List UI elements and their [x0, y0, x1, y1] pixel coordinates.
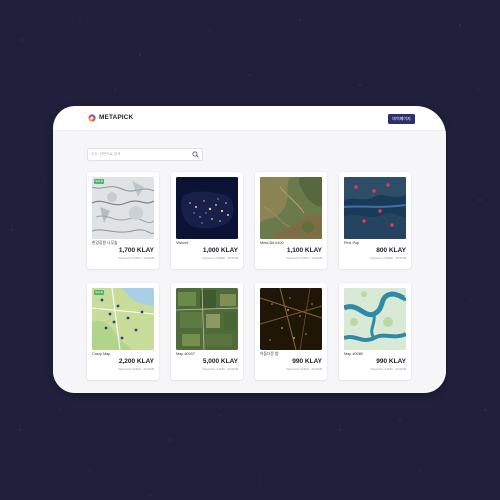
- card-title: 한강공원 나무숲: [92, 241, 118, 245]
- green-fields-image: [176, 288, 238, 350]
- nft-thumbnail[interactable]: [176, 288, 238, 350]
- snow-terrain-image: [92, 177, 154, 239]
- night-city-image: [260, 288, 322, 350]
- nft-thumbnail[interactable]: [260, 177, 322, 239]
- card-owner: Owned by 0x8Ab...2F322B: [118, 256, 154, 260]
- search-icon[interactable]: [192, 151, 199, 158]
- nft-thumbnail[interactable]: [260, 288, 322, 350]
- sale-badge: SALE: [94, 179, 104, 184]
- card-title: Map #0080: [344, 352, 363, 356]
- card-price: 800 KLAY: [376, 247, 406, 254]
- dark-pin-map-image: [344, 177, 406, 239]
- night-lights-image: [176, 177, 238, 239]
- card-owner: Owned by 0x8Ab...2F322B: [118, 367, 154, 371]
- my-page-button[interactable]: 마이페이지: [388, 114, 415, 124]
- card-price: 1,000 KLAY: [202, 247, 238, 254]
- satellite-terrain-image: [260, 177, 322, 239]
- nft-card[interactable]: SALE 한강공원 나무숲 1,700 KLAY Owned by 0x8Ab.…: [87, 172, 159, 269]
- nft-thumbnail[interactable]: [176, 177, 238, 239]
- card-price: 1,100 KLAY: [286, 247, 322, 254]
- search-placeholder: 주소, 컨텐츠로 검색: [91, 152, 121, 156]
- card-owner: Owned by 0x8Ab...2F322B: [202, 367, 238, 371]
- card-title: 어둠다운 밤: [260, 352, 279, 356]
- app-window: METAPICK 마이페이지 주소, 컨텐츠로 검색 SALE 한강공원 나무숲…: [53, 106, 446, 393]
- nft-card[interactable]: Map #0007 5,000 KLAY Owned by 0x8Ab...2F…: [171, 283, 243, 380]
- nft-thumbnail[interactable]: SALE: [92, 177, 154, 239]
- card-price: 990 KLAY: [376, 358, 406, 365]
- card-title: Meta Bd #100: [260, 241, 284, 245]
- metapick-logo-icon: [88, 114, 96, 122]
- card-owner: Owned by 0x8Ab...2F322B: [286, 367, 322, 371]
- brand-name: METAPICK: [99, 114, 134, 121]
- card-owner: Owned by 0x8Ab...2F322B: [286, 256, 322, 260]
- card-price: 2,200 KLAY: [118, 358, 154, 365]
- card-title: Crazy Map: [92, 352, 111, 356]
- card-title: Pink Pop: [344, 241, 360, 245]
- nft-thumbnail[interactable]: [344, 177, 406, 239]
- river-map-image: [344, 288, 406, 350]
- nft-card[interactable]: Pink Pop 800 KLAY Owned by 0x8Ab...2F322…: [339, 172, 411, 269]
- main-content: 주소, 컨텐츠로 검색 SALE 한강공원 나무숲 1,700 KLAY Own…: [53, 131, 446, 393]
- top-bar: METAPICK 마이페이지: [53, 106, 446, 131]
- nft-thumbnail[interactable]: [344, 288, 406, 350]
- nft-card[interactable]: Vision9 1,000 KLAY Owned by 0x8Ab...2F32…: [171, 172, 243, 269]
- card-price: 990 KLAY: [292, 358, 322, 365]
- card-title: Vision9: [176, 241, 189, 245]
- card-owner: Owned by 0x8Ab...2F322B: [370, 367, 406, 371]
- nft-card[interactable]: Map #0080 990 KLAY Owned by 0x8Ab...2F32…: [339, 283, 411, 380]
- card-price: 1,700 KLAY: [118, 247, 154, 254]
- nft-card[interactable]: 어둠다운 밤 990 KLAY Owned by 0x8Ab...2F322B: [255, 283, 327, 380]
- nft-thumbnail[interactable]: SALE: [92, 288, 154, 350]
- card-owner: Owned by 0x8Ab...2F322B: [202, 256, 238, 260]
- sale-badge: SALE: [94, 290, 104, 295]
- card-price: 5,000 KLAY: [202, 358, 238, 365]
- nft-card[interactable]: Meta Bd #100 1,100 KLAY Owned by 0x8Ab..…: [255, 172, 327, 269]
- card-owner: Owned by 0x8Ab...2F322B: [370, 256, 406, 260]
- pin-map-image: [92, 288, 154, 350]
- card-title: Map #0007: [176, 352, 195, 356]
- search-input[interactable]: 주소, 컨텐츠로 검색: [87, 148, 203, 161]
- nft-card[interactable]: SALE Crazy Map 2,200 KLAY Owned by 0x8Ab…: [87, 283, 159, 380]
